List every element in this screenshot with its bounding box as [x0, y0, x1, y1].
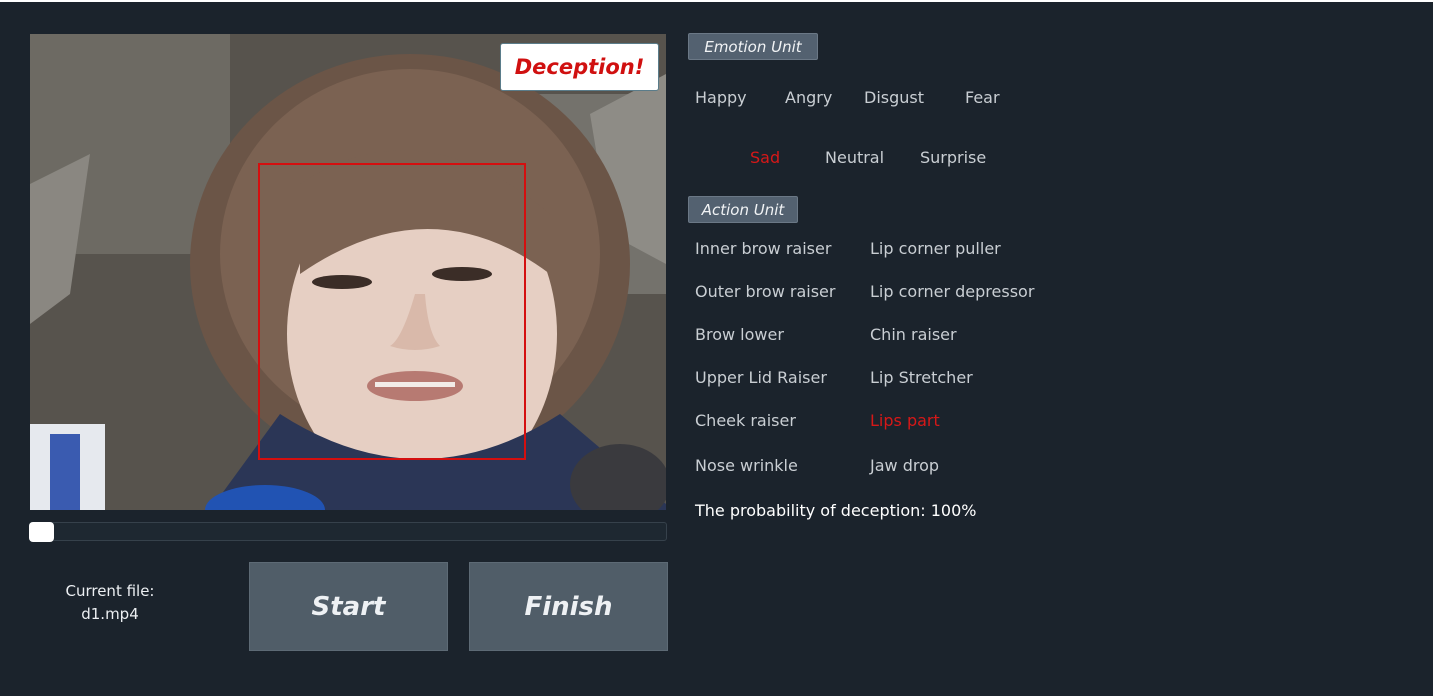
start-button[interactable]: Start	[249, 562, 448, 651]
emotion-surprise: Surprise	[920, 148, 987, 167]
action-lip-corner-depressor: Lip corner depressor	[870, 282, 1035, 301]
emotion-sad: Sad	[750, 148, 781, 167]
deception-probability: The probability of deception: 100%	[695, 501, 977, 520]
action-lip-corner-puller: Lip corner puller	[870, 239, 1001, 258]
emotion-happy: Happy	[695, 88, 747, 107]
action-nose-wrinkle: Nose wrinkle	[695, 456, 798, 475]
emotion-angry: Angry	[785, 88, 833, 107]
action-unit-header: Action Unit	[688, 196, 798, 223]
action-lips-part: Lips part	[870, 411, 940, 430]
emotion-neutral: Neutral	[825, 148, 885, 167]
current-file-name: d1.mp4	[81, 605, 139, 623]
action-chin-raiser: Chin raiser	[870, 325, 957, 344]
finish-button[interactable]: Finish	[469, 562, 668, 651]
action-brow-lower: Brow lower	[695, 325, 784, 344]
action-jaw-drop: Jaw drop	[870, 456, 940, 475]
action-lip-stretcher: Lip Stretcher	[870, 368, 973, 387]
action-outer-brow-raiser: Outer brow raiser	[695, 282, 836, 301]
face-detection-box	[258, 163, 526, 460]
progress-slider-track[interactable]	[29, 522, 667, 541]
current-file-label: Current file:	[65, 582, 155, 600]
action-upper-lid-raiser: Upper Lid Raiser	[695, 368, 827, 387]
top-border	[0, 0, 1433, 2]
action-cheek-raiser: Cheek raiser	[695, 411, 796, 430]
emotion-disgust: Disgust	[864, 88, 925, 107]
deception-badge: Deception!	[500, 43, 659, 91]
action-inner-brow-raiser: Inner brow raiser	[695, 239, 832, 258]
emotion-fear: Fear	[965, 88, 1000, 107]
progress-slider-handle[interactable]	[29, 522, 54, 542]
emotion-unit-header: Emotion Unit	[688, 33, 818, 60]
